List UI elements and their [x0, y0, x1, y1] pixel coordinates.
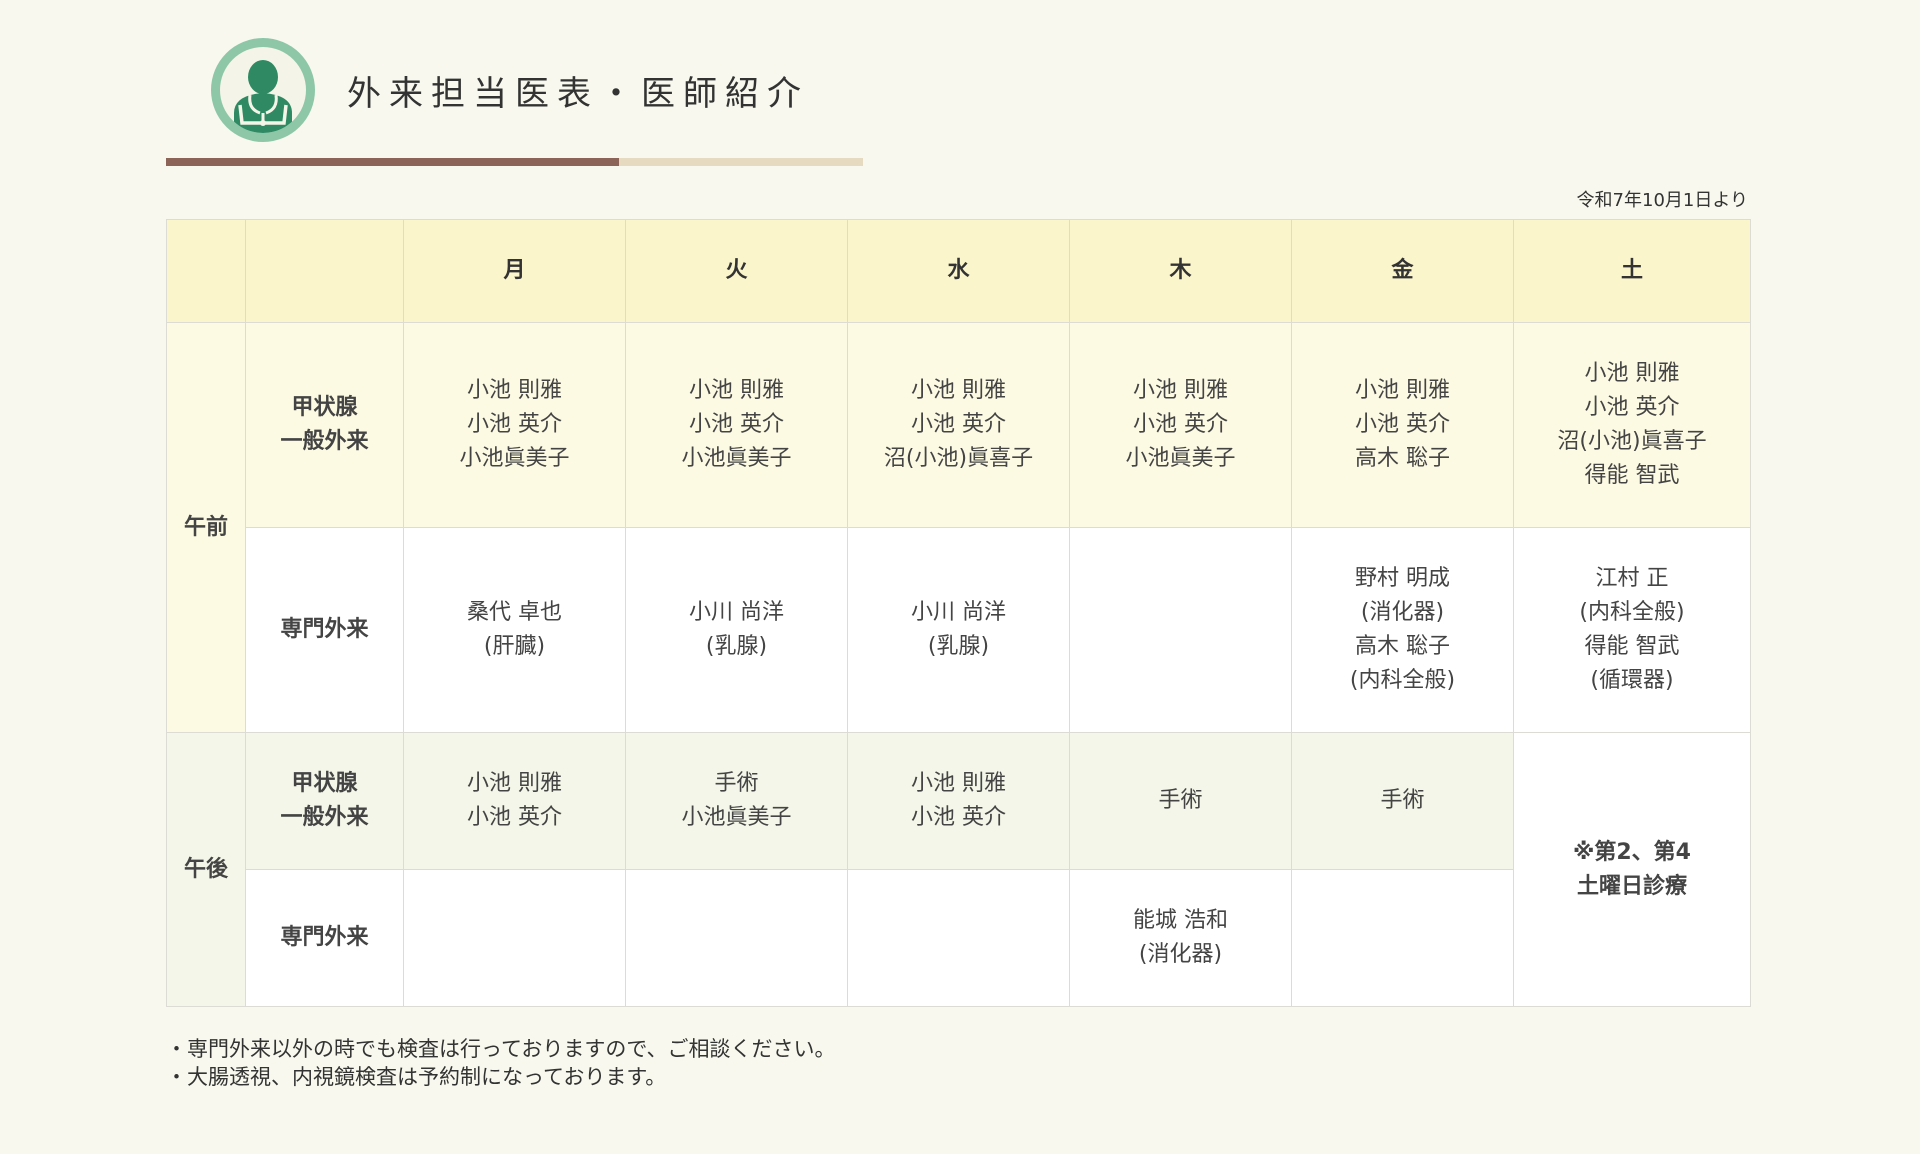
am-general-wed: 小池 則雅 小池 英介 沼(小池)眞喜子	[847, 322, 1070, 528]
am-special-wed: 小川 尚洋 (乳腺)	[847, 527, 1070, 733]
day-header-mon: 月	[403, 219, 626, 323]
am-special-fri: 野村 明成 (消化器) 高木 聡子 (内科全般)	[1291, 527, 1514, 733]
saturday-pm-note: ※第2、第4 土曜日診療	[1513, 732, 1751, 1007]
day-header-fri: 金	[1291, 219, 1514, 323]
pm-special-row: 専門外来 能城 浩和 (消化器)	[167, 869, 1751, 1007]
am-special-tue: 小川 尚洋 (乳腺)	[625, 527, 848, 733]
doctor-icon	[211, 38, 315, 142]
notes: ・専門外来以外の時でも検査は行っておりますので、ご相談ください。 ・大腸透視、内…	[166, 1035, 835, 1091]
day-header-row: 月 火 水 木 金 土	[166, 219, 1751, 323]
page: 外来担当医表・医師紹介 令和7年10月1日より 月 火 水 木 金 土 午前 甲…	[0, 0, 1920, 1154]
am-special-thu	[1069, 527, 1292, 733]
am-special-label: 専門外来	[245, 527, 404, 733]
am-general-sat: 小池 則雅 小池 英介 沼(小池)眞喜子 得能 智武	[1513, 322, 1751, 528]
pm-general-label: 甲状腺 一般外来	[245, 732, 404, 870]
pm-special-tue	[625, 869, 848, 1007]
am-special-sat: 江村 正 (内科全般) 得能 智武 (循環器)	[1513, 527, 1751, 733]
am-special-mon: 桑代 卓也 (肝臓)	[403, 527, 626, 733]
pm-general-fri: 手術	[1291, 732, 1514, 870]
am-general-label: 甲状腺 一般外来	[245, 322, 404, 528]
note-item: ・大腸透視、内視鏡検査は予約制になっております。	[166, 1065, 667, 1089]
am-special-row: 専門外来 桑代 卓也 (肝臓) 小川 尚洋 (乳腺) 小川 尚洋 (乳腺) 野村 明成…	[167, 527, 1751, 733]
pm-general-tue: 手術 小池眞美子	[625, 732, 848, 870]
pm-special-thu: 能城 浩和 (消化器)	[1069, 869, 1292, 1007]
pm-general-thu: 手術	[1069, 732, 1292, 870]
pm-general-row: 午後 甲状腺 一般外来 小池 則雅 小池 英介 手術 小池眞美子 小池 則雅 小池 英介…	[166, 732, 1751, 1007]
am-general-row: 午前 甲状腺 一般外来 小池 則雅 小池 英介 小池眞美子 小池 則雅 小池 英介 小池眞…	[166, 322, 1751, 733]
day-header-sat: 土	[1513, 219, 1751, 323]
am-general-thu: 小池 則雅 小池 英介 小池眞美子	[1069, 322, 1292, 528]
am-period-label: 午前	[166, 322, 246, 733]
day-header-wed: 水	[847, 219, 1070, 323]
pm-special-wed	[847, 869, 1070, 1007]
header-blank	[245, 219, 404, 323]
pm-special-label: 専門外来	[245, 869, 404, 1007]
page-title: 外来担当医表・医師紹介	[347, 73, 809, 114]
effective-date: 令和7年10月1日より	[1576, 190, 1748, 211]
pm-special-mon	[403, 869, 626, 1007]
title-underline	[166, 158, 863, 166]
note-item: ・専門外来以外の時でも検査は行っておりますので、ご相談ください。	[166, 1037, 836, 1061]
header-blank	[166, 219, 246, 323]
am-general-tue: 小池 則雅 小池 英介 小池眞美子	[625, 322, 848, 528]
day-header-thu: 木	[1069, 219, 1292, 323]
am-general-fri: 小池 則雅 小池 英介 高木 聡子	[1291, 322, 1514, 528]
schedule-table: 月 火 水 木 金 土 午前 甲状腺 一般外来 小池 則雅 小池 英介 小池眞美子 小…	[166, 219, 1751, 1007]
pm-period-label: 午後	[166, 732, 246, 1007]
am-general-mon: 小池 則雅 小池 英介 小池眞美子	[403, 322, 626, 528]
page-header: 外来担当医表・医師紹介	[211, 38, 809, 142]
pm-special-fri	[1291, 869, 1514, 1007]
day-header-tue: 火	[625, 219, 848, 323]
pm-general-mon: 小池 則雅 小池 英介	[403, 732, 626, 870]
pm-general-wed: 小池 則雅 小池 英介	[847, 732, 1070, 870]
